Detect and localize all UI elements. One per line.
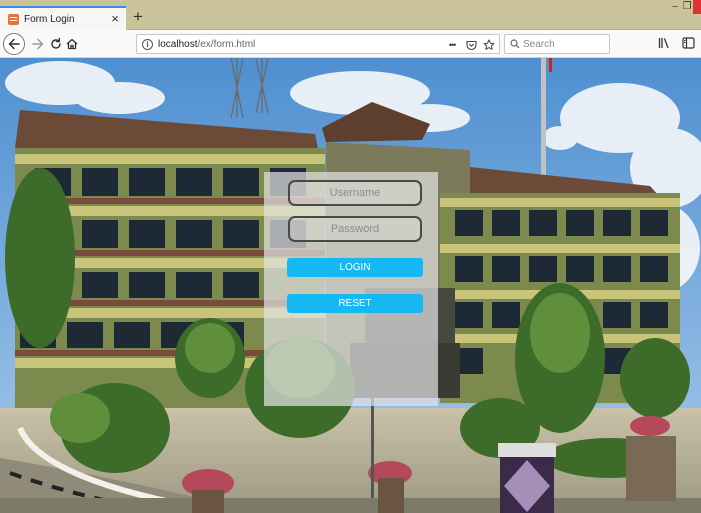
reset-button[interactable]: RESET (287, 294, 423, 313)
window-controls: – ❐ (669, 0, 701, 16)
url-bar[interactable]: i localhost/ex/form.html ••• (136, 34, 500, 54)
login-button[interactable]: LOGIN (287, 258, 423, 277)
forward-arrow-icon (32, 38, 44, 50)
library-icon[interactable] (657, 36, 671, 50)
home-icon (66, 38, 78, 50)
search-icon (510, 39, 520, 49)
search-bar[interactable]: Search (504, 34, 610, 54)
url-host: localhost (158, 39, 198, 50)
navigation-toolbar: i localhost/ex/form.html ••• Search (0, 30, 701, 58)
login-form: LOGIN RESET (264, 172, 438, 406)
forward-button[interactable] (28, 34, 48, 54)
back-button[interactable] (3, 33, 25, 55)
restore-icon[interactable]: ❐ (681, 0, 693, 14)
toolbar-right (657, 36, 695, 50)
tab-strip: Form Login × + – ❐ (0, 0, 701, 30)
browser-tab[interactable]: Form Login × (0, 6, 126, 30)
bookmark-star-icon[interactable] (482, 38, 495, 52)
close-window-icon[interactable] (693, 0, 701, 14)
minimize-icon[interactable]: – (669, 0, 681, 14)
info-icon[interactable]: i (142, 39, 153, 50)
username-input[interactable] (288, 180, 422, 206)
home-button[interactable] (62, 34, 82, 54)
reload-icon (51, 37, 61, 49)
new-tab-button[interactable]: + (128, 7, 148, 27)
form-favicon-icon (8, 13, 19, 25)
sidebar-icon[interactable] (681, 36, 695, 50)
password-input[interactable] (288, 216, 422, 242)
page-actions-button[interactable]: ••• (443, 38, 461, 52)
url-path: /ex/form.html (197, 39, 256, 50)
tab-title: Form Login (24, 13, 75, 25)
url-text: localhost/ex/form.html (158, 39, 255, 50)
close-tab-icon[interactable]: × (108, 12, 122, 26)
pocket-icon[interactable] (465, 38, 478, 52)
search-placeholder: Search (523, 39, 555, 50)
back-arrow-icon (8, 38, 20, 50)
page-viewport: LOGIN RESET (0, 58, 701, 513)
url-actions: ••• (443, 37, 495, 53)
